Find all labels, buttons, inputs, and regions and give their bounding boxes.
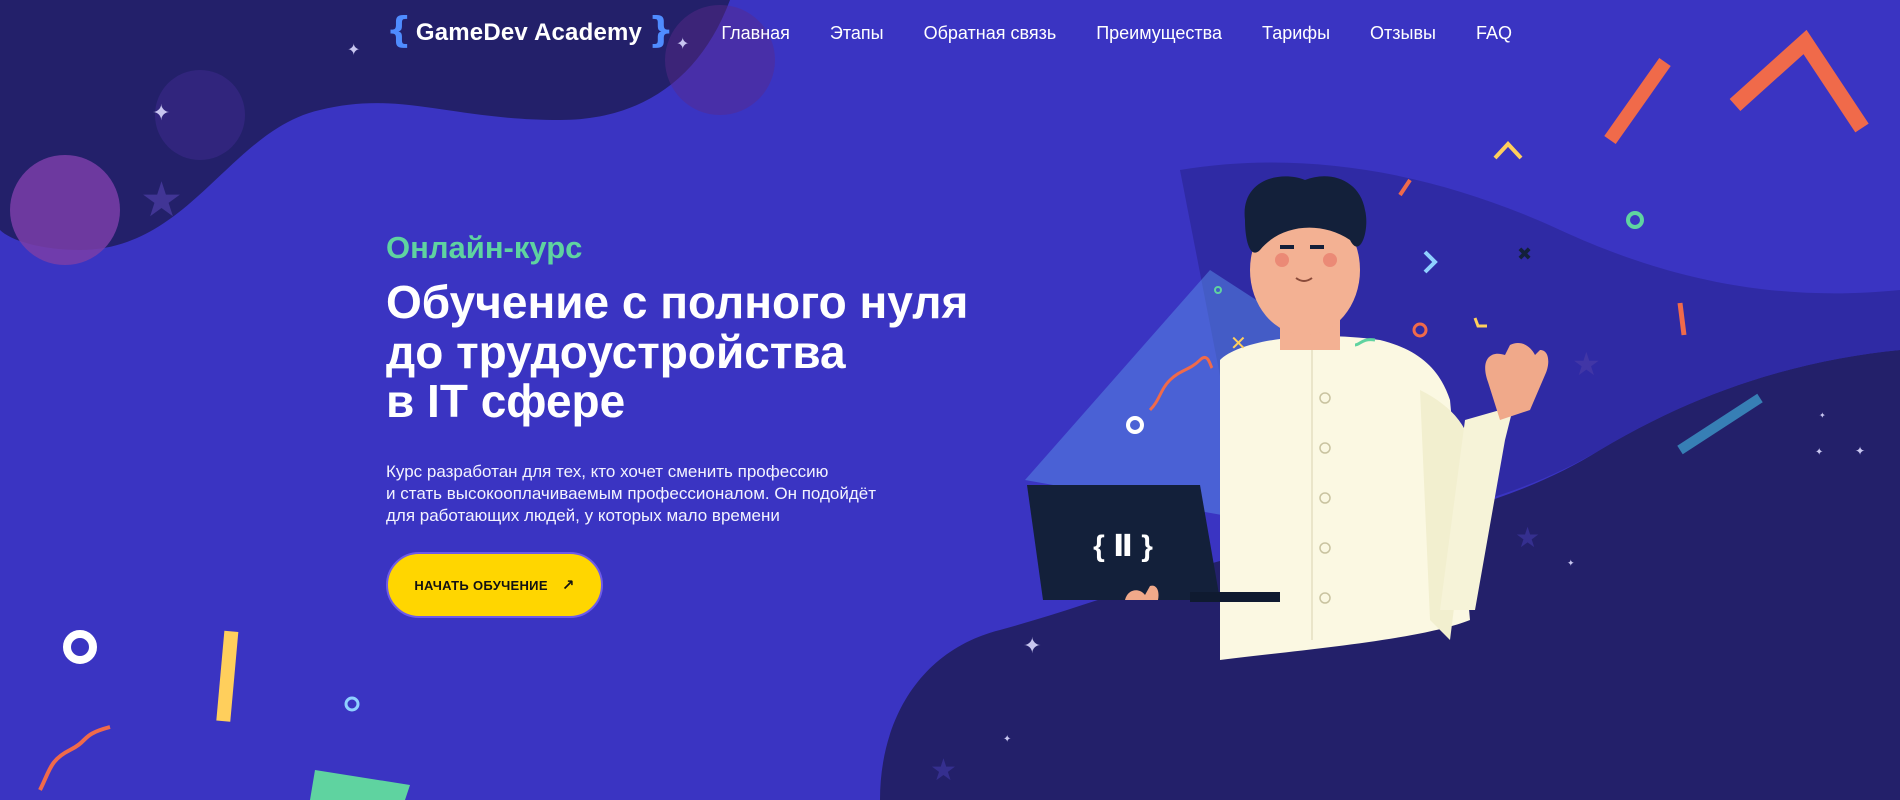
svg-text:★: ★ — [1572, 345, 1601, 383]
laptop-logo: { Ⅱ } — [1093, 529, 1153, 563]
hero-title-line-3: в IT сфере — [386, 375, 626, 428]
nav-home[interactable]: Главная — [721, 23, 790, 44]
start-learning-button[interactable]: НАЧАТЬ ОБУЧЕНИЕ ↗ — [386, 552, 603, 618]
svg-text:✦: ✦ — [152, 101, 170, 126]
hero-description-line-2: и стать высокооплачиваемым профессионало… — [386, 484, 877, 504]
main-menu: Главная Этапы Обратная связь Преимуществ… — [721, 23, 1512, 44]
laptop-base — [1190, 592, 1280, 602]
svg-text:✦: ✦ — [1815, 447, 1823, 458]
nav-reviews[interactable]: Отзывы — [1370, 23, 1436, 44]
svg-text:✦: ✦ — [1855, 444, 1865, 458]
hero-title: Обучение с полного нуля до трудоустройст… — [386, 276, 1026, 428]
purple-planet — [10, 155, 120, 265]
svg-text:✦: ✦ — [1567, 559, 1575, 569]
start-learning-label: НАЧАТЬ ОБУЧЕНИЕ — [414, 577, 548, 593]
svg-text:✖: ✖ — [1517, 244, 1532, 265]
hero-description-line-1: Курс разработан для тех, кто хочет смени… — [386, 462, 829, 482]
hero-description-line-3: для работающих людей, у которых мало вре… — [386, 506, 780, 526]
nav-faq[interactable]: FAQ — [1476, 23, 1512, 44]
svg-text:✕: ✕ — [1230, 331, 1247, 355]
top-navigation: { GameDev Academy } Главная Этапы Обратн… — [386, 0, 1512, 66]
svg-text:✦: ✦ — [1819, 411, 1826, 420]
arrow-up-right-icon: ↗ — [561, 576, 575, 594]
nav-pricing[interactable]: Тарифы — [1262, 23, 1330, 44]
logo-brace-left: { — [386, 10, 412, 51]
hero-title-line-2: до трудоустройства — [386, 325, 846, 378]
nav-feedback[interactable]: Обратная связь — [924, 23, 1057, 44]
site-logo[interactable]: { GameDev Academy } — [386, 13, 674, 49]
svg-text:★: ★ — [930, 753, 957, 788]
svg-text:★: ★ — [140, 172, 183, 228]
svg-text:✦: ✦ — [347, 40, 360, 59]
nav-stages[interactable]: Этапы — [830, 23, 884, 44]
svg-text:✦: ✦ — [1023, 634, 1041, 659]
svg-text:★: ★ — [1515, 521, 1540, 554]
hero-section: Онлайн-курс Обучение с полного нуля до т… — [386, 230, 1026, 527]
hero-description: Курс разработан для тех, кто хочет смени… — [386, 461, 1026, 527]
logo-text: GameDev Academy — [415, 19, 643, 46]
hero-eyebrow: Онлайн-курс — [386, 230, 583, 265]
hero-title-line-1: Обучение с полного нуля — [386, 276, 969, 328]
svg-text:✦: ✦ — [1003, 734, 1011, 745]
nav-advantages[interactable]: Преимущества — [1096, 23, 1222, 44]
logo-brace-right: } — [648, 10, 674, 51]
